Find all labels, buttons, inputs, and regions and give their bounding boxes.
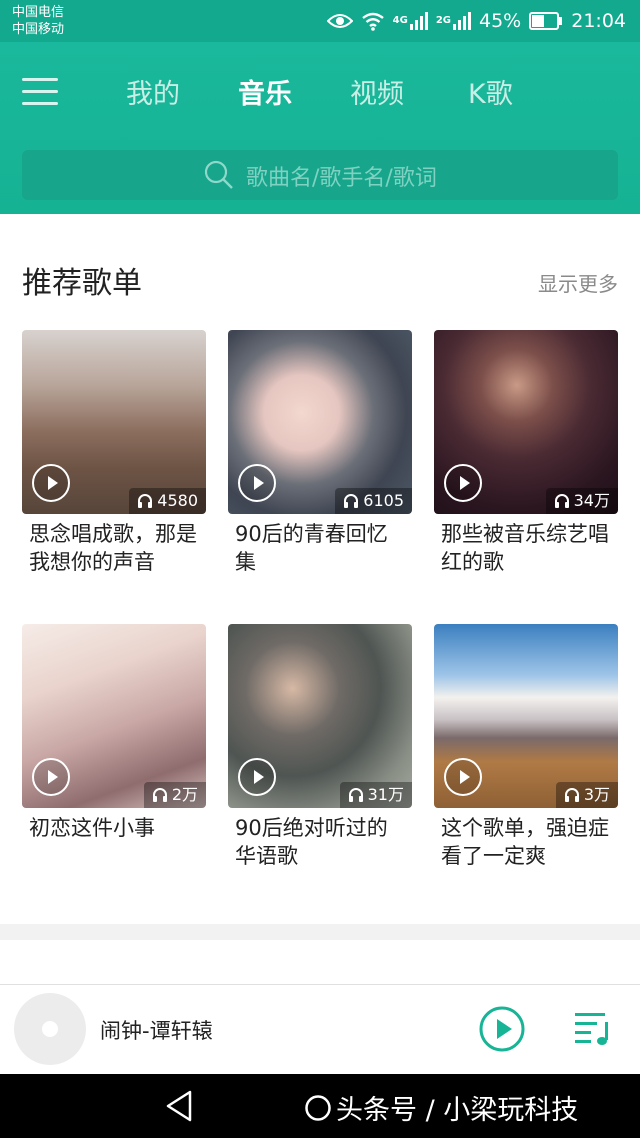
carrier-2: 中国移动 [12,22,65,37]
playlist-card[interactable]: 3万 这个歌单，强迫症看了一定爽 [434,624,618,870]
tab-karaoke[interactable]: K歌 [468,72,513,111]
playlist-title: 思念唱成歌，那是我想你的声音 [29,522,197,574]
watermark-text: 头条号 / 小梁玩科技 [336,1095,579,1126]
play-icon[interactable] [32,758,70,796]
system-nav-bar: 头条号 / 小梁玩科技 [0,1074,640,1138]
play-count: 6105 [335,488,412,514]
mini-player[interactable]: 闹钟-谭轩辕 [0,984,640,1075]
headphones-icon [564,788,579,802]
next-section [0,940,640,984]
clock: 21:04 [571,10,626,32]
playlist-cover: 6105 [228,330,412,514]
play-icon[interactable] [444,758,482,796]
recommend-section: 推荐歌单 显示更多 4580 思念唱成歌，那是我想你的声音 6105 90后的青… [0,214,640,924]
playlist-title: 初恋这件小事 [29,816,155,840]
playlist-cover: 4580 [22,330,206,514]
tab-mine[interactable]: 我的 [126,72,180,111]
tab-music[interactable]: 音乐 [238,72,292,111]
circle-icon [305,1094,331,1121]
playlist-card[interactable]: 31万 90后绝对听过的华语歌 [228,624,412,870]
play-icon[interactable] [32,464,70,502]
now-playing-title[interactable]: 闹钟-谭轩辕 [100,1015,213,1045]
play-icon[interactable] [444,464,482,502]
search-input[interactable]: 歌曲名/歌手名/歌词 [22,150,618,200]
play-count-value: 34万 [573,491,610,510]
menu-icon[interactable] [22,78,58,106]
play-count-value: 4580 [157,491,198,510]
play-count: 4580 [129,488,206,514]
battery-icon [529,12,563,30]
playlist-cover: 2万 [22,624,206,808]
headphones-icon [152,788,167,802]
watermark: 头条号 / 小梁玩科技 [304,1088,578,1127]
play-count-value: 31万 [367,785,404,804]
carrier-info: 中国电信 中国移动 [12,4,64,38]
play-count: 34万 [545,488,618,514]
playlist-cover: 34万 [434,330,618,514]
signal-icon [409,12,428,30]
search-icon [204,160,233,189]
wifi-icon [361,12,384,31]
play-icon[interactable] [238,758,276,796]
headphones-icon [138,494,153,508]
search-placeholder: 歌曲名/歌手名/歌词 [246,166,437,191]
play-count: 31万 [339,782,412,808]
top-tabs: 我的 音乐 视频 K歌 [96,72,536,112]
network-4g: 4G [393,12,428,30]
app-header: 我的 音乐 视频 K歌 歌曲名/歌手名/歌词 [0,42,640,214]
show-more-link[interactable]: 显示更多 [538,268,618,297]
carrier-1: 中国电信 [12,5,65,20]
playlist-title: 90后绝对听过的华语歌 [235,816,388,868]
playlist-card[interactable]: 4580 思念唱成歌，那是我想你的声音 [22,330,206,576]
playlist-cover: 3万 [434,624,618,808]
play-icon[interactable] [238,464,276,502]
playlist-title: 90后的青春回忆集 [235,522,388,574]
section-divider [0,924,640,940]
playlist-card[interactable]: 34万 那些被音乐综艺唱红的歌 [434,330,618,576]
playlist-title: 那些被音乐综艺唱红的歌 [441,522,609,574]
play-count: 2万 [143,782,206,808]
play-count: 3万 [555,782,618,808]
eye-icon [326,14,353,28]
playlist-card[interactable]: 2万 初恋这件小事 [22,624,206,842]
playlist-cover: 31万 [228,624,412,808]
status-icons: 4G 2G 45% 21:04 [326,8,626,34]
play-count-value: 2万 [171,785,198,804]
playlist-title: 这个歌单，强迫症看了一定爽 [441,816,609,868]
net-2-label: 2G [435,15,451,26]
play-button[interactable] [478,1005,526,1053]
signal-icon [453,12,471,30]
album-disc[interactable] [14,993,86,1065]
network-2g: 2G [436,12,471,30]
headphones-icon [348,788,363,802]
playlist-queue-icon[interactable] [573,1009,613,1049]
tab-video[interactable]: 视频 [350,72,404,111]
battery-percent: 45% [479,10,522,32]
playlist-card[interactable]: 6105 90后的青春回忆集 [228,330,412,576]
net-1-label: 4G [392,15,408,26]
play-count-value: 6105 [363,491,404,510]
play-count-value: 3万 [583,785,610,804]
section-title: 推荐歌单 [22,266,142,301]
back-icon[interactable] [164,1090,194,1122]
headphones-icon [554,494,569,508]
status-bar: 中国电信 中国移动 4G 2G 45% 21:04 [0,0,640,42]
headphones-icon [344,494,359,508]
